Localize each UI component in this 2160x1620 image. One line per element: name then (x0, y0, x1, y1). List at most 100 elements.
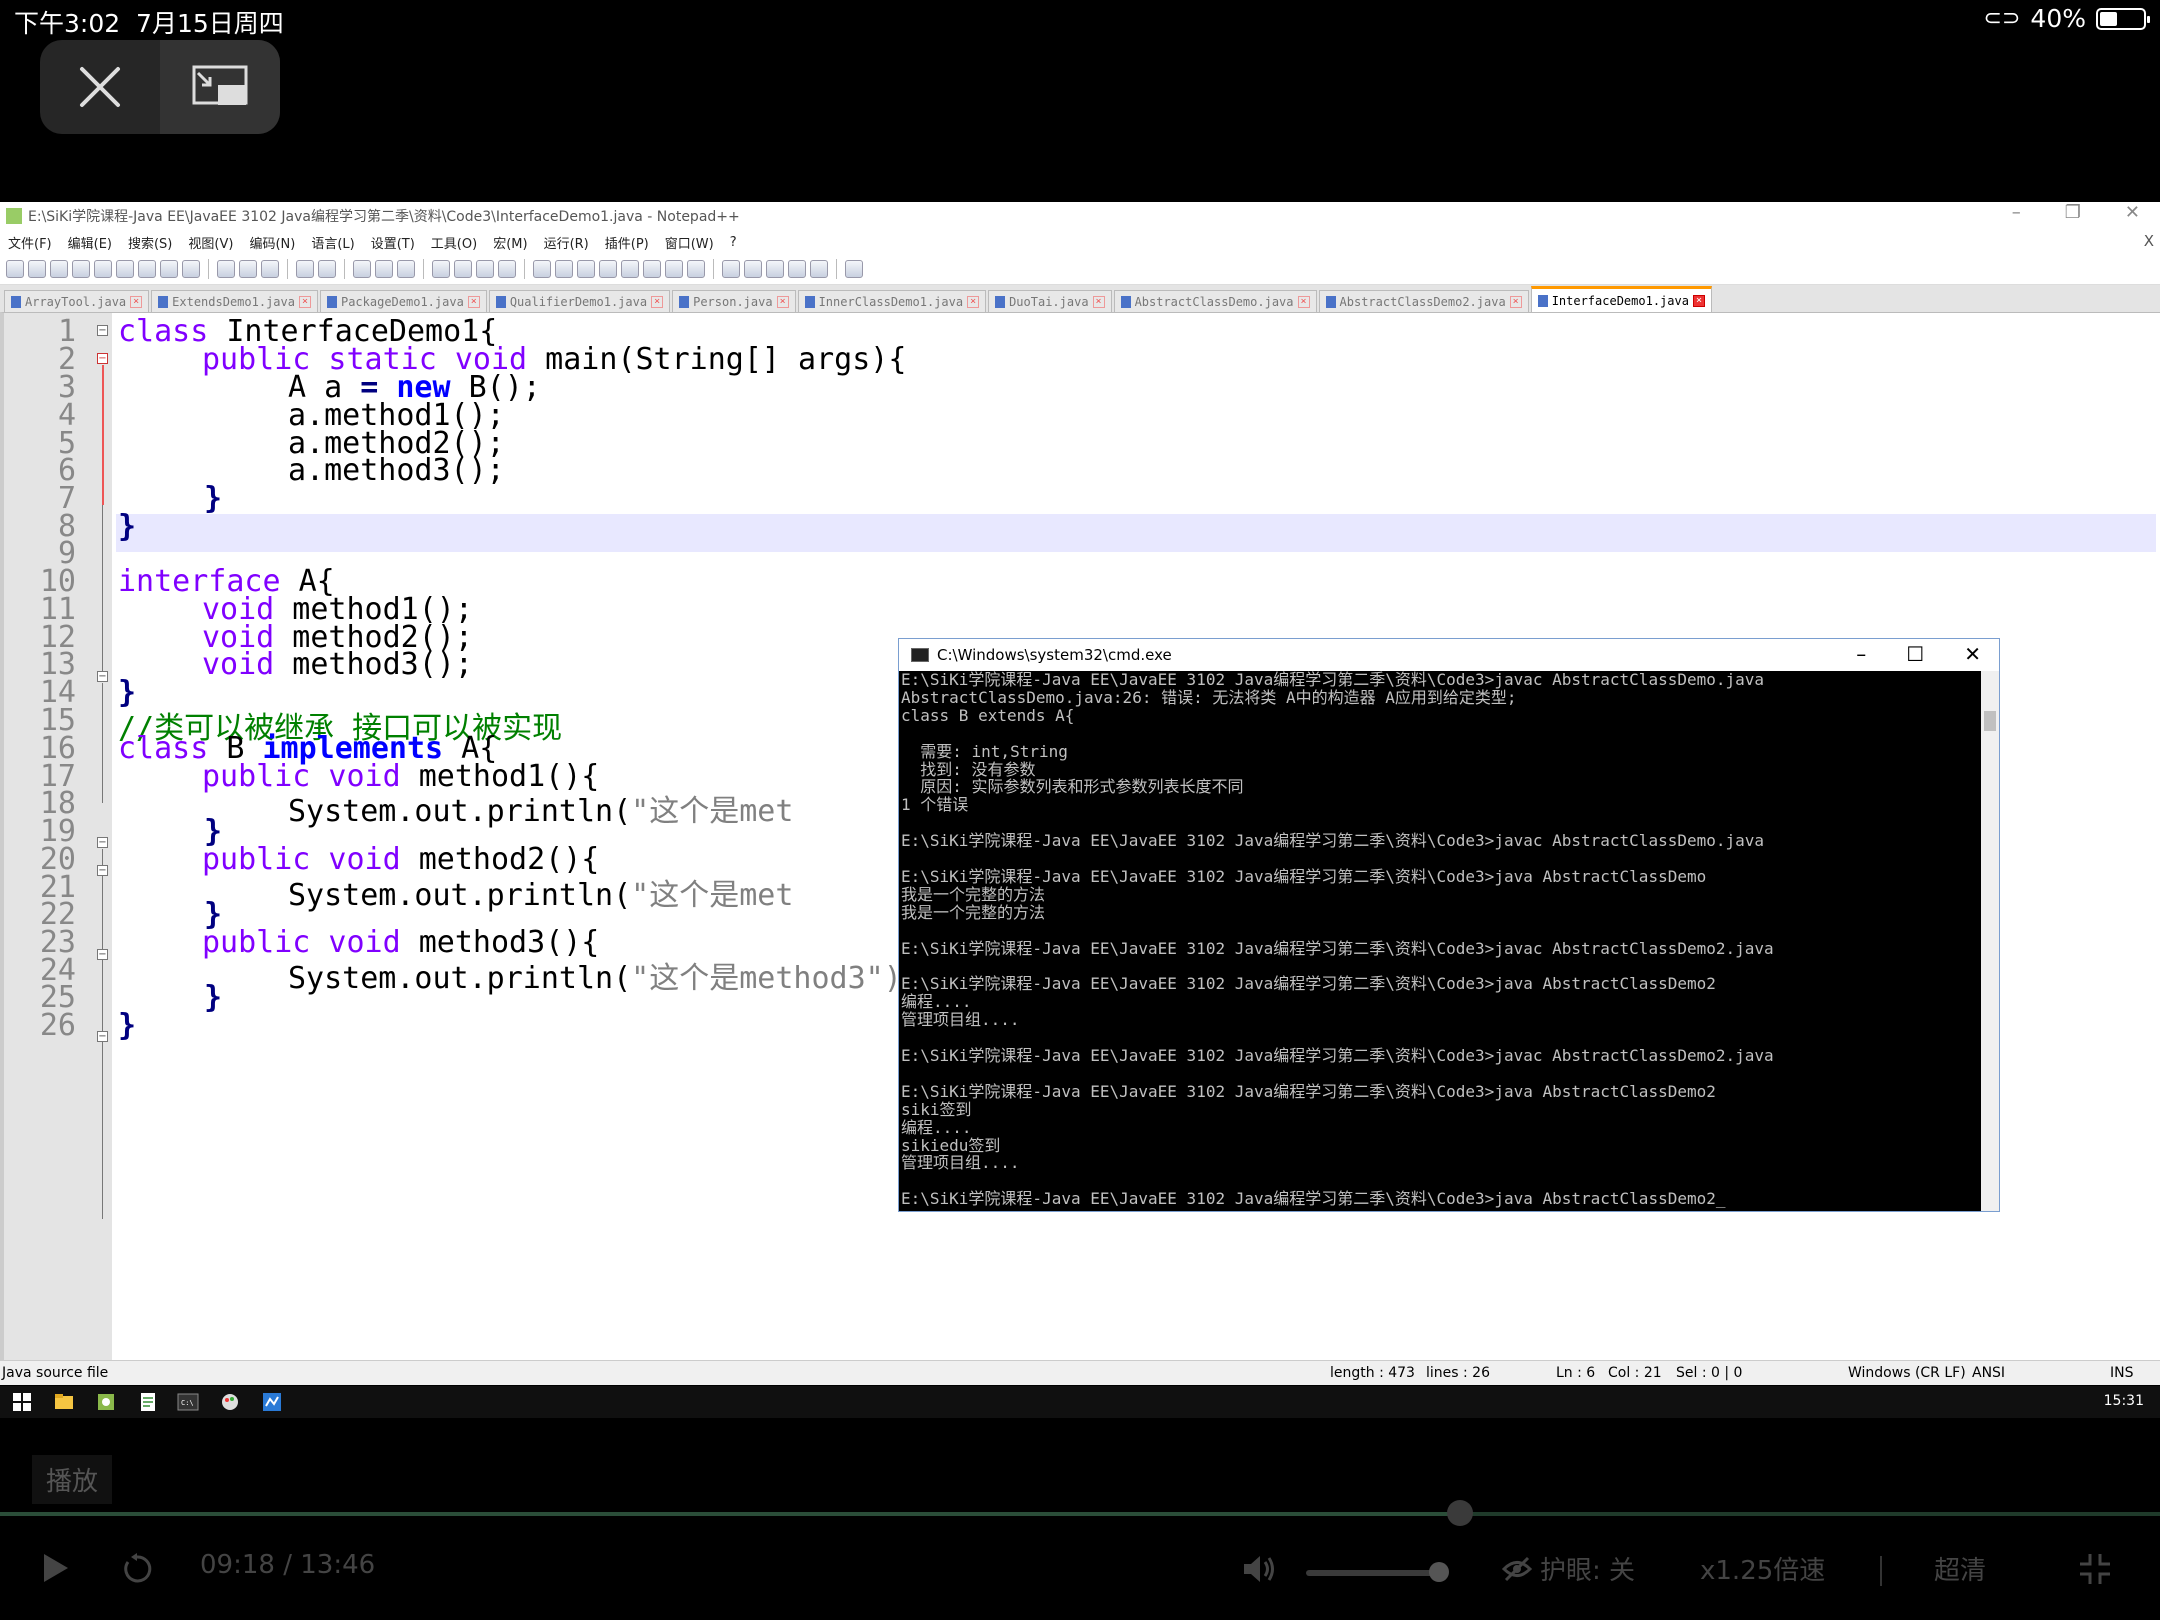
toolbar-button-icon[interactable] (28, 260, 46, 278)
cmd-scrollbar[interactable] (1981, 671, 1999, 1211)
close-window-icon[interactable]: ✕ (2125, 202, 2140, 223)
toolbar-button-icon[interactable] (94, 260, 112, 278)
toolbar-button-icon[interactable] (397, 260, 415, 278)
speed-button[interactable]: x1.25倍速 (1700, 1550, 1825, 1587)
toolbar-button-icon[interactable] (138, 260, 156, 278)
toolbar-button-icon[interactable] (687, 260, 705, 278)
close-player-button[interactable] (40, 40, 160, 134)
toolbar-button-icon[interactable] (50, 260, 68, 278)
document-tab[interactable]: InterfaceDemo1.java × (1530, 286, 1712, 313)
toolbar-button-icon[interactable] (533, 260, 551, 278)
toolbar-button-icon[interactable] (296, 260, 314, 278)
tab-close-icon[interactable]: × (130, 296, 143, 308)
minimize-icon[interactable]: – (2012, 202, 2021, 223)
file-explorer-icon[interactable] (52, 1390, 76, 1414)
fold-marker[interactable]: − (97, 353, 108, 364)
toolbar-button-icon[interactable] (555, 260, 573, 278)
menu-item[interactable]: 语言(L) (311, 233, 354, 252)
maximize-icon[interactable]: ☐ (1906, 642, 1924, 666)
eye-care-toggle[interactable]: 护眼: 关 (1540, 1550, 1635, 1587)
fold-marker[interactable]: − (97, 865, 108, 876)
document-tab[interactable]: Person.java × (672, 290, 796, 313)
toolbar-button-icon[interactable] (621, 260, 639, 278)
toolbar-button-icon[interactable] (116, 260, 134, 278)
menu-item[interactable]: 视图(V) (188, 233, 233, 252)
document-tab[interactable]: AbstractClassDemo.java × (1113, 290, 1317, 313)
fold-marker[interactable]: − (97, 837, 108, 848)
menu-item[interactable]: 搜索(S) (128, 233, 172, 252)
menu-item[interactable]: 编辑(E) (68, 233, 112, 252)
toolbar-button-icon[interactable] (375, 260, 393, 278)
toolbar-button-icon[interactable] (476, 260, 494, 278)
document-tab[interactable]: ExtendsDemo1.java × (151, 290, 318, 313)
toolbar-button-icon[interactable] (498, 260, 516, 278)
progress-knob[interactable] (1447, 1500, 1474, 1526)
document-tab[interactable]: ArrayTool.java × (4, 290, 150, 313)
document-tab[interactable]: QualifierDemo1.java × (488, 290, 671, 313)
document-tab[interactable]: DuoTai.java × (988, 290, 1112, 313)
menu-item[interactable]: 文件(F) (8, 233, 52, 252)
tab-close-icon[interactable]: × (776, 296, 789, 308)
cmd-taskbar-icon[interactable]: C:\ (176, 1390, 200, 1414)
toolbar-button-icon[interactable] (318, 260, 336, 278)
toolbar-button-icon[interactable] (261, 260, 279, 278)
fold-marker[interactable]: − (97, 325, 108, 336)
toolbar-button-icon[interactable] (454, 260, 472, 278)
menu-item[interactable]: 工具(O) (431, 233, 477, 252)
document-tab[interactable]: InnerClassDemo1.java × (797, 290, 987, 313)
menu-item[interactable]: 宏(M) (493, 233, 527, 252)
app-icon[interactable] (94, 1390, 118, 1414)
toolbar-button-icon[interactable] (599, 260, 617, 278)
document-tab[interactable]: PackageDemo1.java × (319, 290, 487, 313)
menu-item[interactable]: 设置(T) (371, 233, 415, 252)
cmd-window[interactable]: C:\Windows\system32\cmd.exe – ☐ ✕ E:\SiK… (898, 638, 2000, 1212)
tab-close-icon[interactable]: × (651, 296, 664, 308)
video-progress-bar[interactable] (0, 1500, 2160, 1526)
toolbar-button-icon[interactable] (810, 260, 828, 278)
volume-knob[interactable] (1429, 1562, 1449, 1582)
toolbar-button-icon[interactable] (239, 260, 257, 278)
close-icon[interactable]: ✕ (1964, 642, 1981, 666)
toolbar-button-icon[interactable] (432, 260, 450, 278)
toolbar-button-icon[interactable] (353, 260, 371, 278)
minimize-icon[interactable]: – (1856, 642, 1866, 666)
toolbar-button-icon[interactable] (665, 260, 683, 278)
play-icon[interactable] (40, 1552, 70, 1584)
menu-item[interactable]: 插件(P) (605, 233, 649, 252)
close-doc-button[interactable]: X (2144, 232, 2154, 250)
paint-icon[interactable] (218, 1390, 242, 1414)
fold-marker[interactable]: − (97, 949, 108, 960)
pip-button[interactable] (160, 40, 280, 134)
fold-marker[interactable]: − (97, 671, 108, 682)
toolbar-button-icon[interactable] (72, 260, 90, 278)
volume-slider[interactable] (1306, 1562, 1449, 1582)
tab-close-icon[interactable]: × (298, 296, 311, 308)
blue-app-icon[interactable] (260, 1390, 284, 1414)
toolbar-button-icon[interactable] (744, 260, 762, 278)
notepadpp-icon[interactable] (136, 1390, 160, 1414)
menu-item[interactable]: 编码(N) (249, 233, 295, 252)
volume-icon[interactable] (1242, 1552, 1278, 1586)
tab-close-icon[interactable]: × (967, 296, 980, 308)
tab-close-icon[interactable]: × (1692, 295, 1705, 307)
windows-start-icon[interactable] (10, 1390, 34, 1414)
fold-marker[interactable]: − (97, 1031, 108, 1042)
toolbar-button-icon[interactable] (182, 260, 200, 278)
toolbar-button-icon[interactable] (160, 260, 178, 278)
menu-item[interactable]: 窗口(W) (665, 233, 714, 252)
toolbar-button-icon[interactable] (722, 260, 740, 278)
tab-close-icon[interactable]: × (1092, 296, 1105, 308)
toolbar-button-icon[interactable] (643, 260, 661, 278)
quality-button[interactable]: 超清 (1934, 1550, 1986, 1587)
toolbar-button-icon[interactable] (766, 260, 784, 278)
document-tab[interactable]: AbstractClassDemo2.java × (1318, 290, 1529, 313)
menu-item[interactable]: ? (730, 235, 737, 250)
play-label-button[interactable]: 播放 (32, 1455, 113, 1504)
tab-close-icon[interactable]: × (1297, 296, 1310, 308)
scrollbar-thumb[interactable] (1984, 711, 1996, 731)
toolbar-button-icon[interactable] (217, 260, 235, 278)
restore-icon[interactable]: ❐ (2065, 202, 2081, 223)
toolbar-button-icon[interactable] (6, 260, 24, 278)
toolbar-button-icon[interactable] (788, 260, 806, 278)
toolbar-button-icon[interactable] (577, 260, 595, 278)
